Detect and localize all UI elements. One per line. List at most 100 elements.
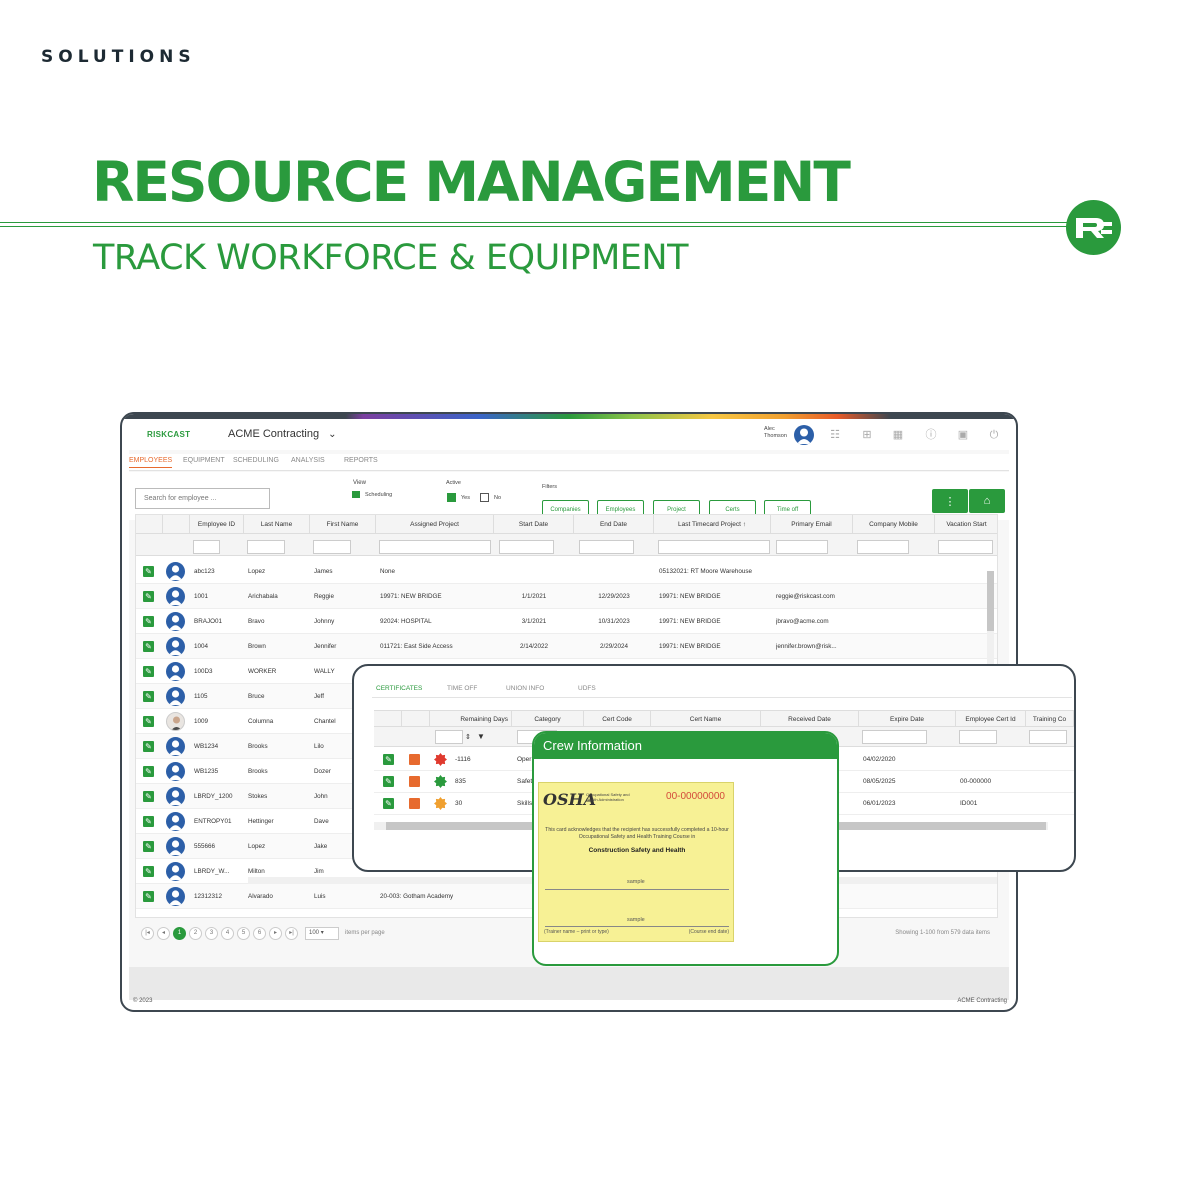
ov-col-employee-cert-id[interactable]: Employee Cert Id	[956, 711, 1026, 728]
edit-icon[interactable]: ✎	[383, 776, 394, 787]
tab-certificates[interactable]: CERTIFICATES	[376, 685, 422, 692]
cert-cell-days: 30	[455, 800, 463, 807]
active-no-checkbox[interactable]	[480, 493, 489, 502]
col-start-date[interactable]: Start Date	[494, 515, 574, 534]
last-page-button[interactable]: ▸|	[285, 927, 298, 940]
edit-icon[interactable]: ✎	[143, 591, 154, 602]
edit-icon[interactable]: ✎	[143, 866, 154, 877]
edit-icon[interactable]: ✎	[143, 741, 154, 752]
tab-employees[interactable]: EMPLOYEES	[129, 457, 173, 468]
filter-primary-email[interactable]	[776, 540, 828, 554]
page-2-button[interactable]: 2	[189, 927, 202, 940]
search-input[interactable]: Search for employee ...	[135, 488, 270, 509]
tab-union-info[interactable]: UNION INFO	[506, 685, 544, 692]
table-row[interactable]: ✎ BRAJO01 Bravo Johnny 92024: HOSPITAL 3/1/20…	[136, 609, 997, 634]
export-icon[interactable]: ⊞	[860, 428, 874, 442]
page-5-button[interactable]: 5	[237, 927, 250, 940]
training-co-filter[interactable]	[1029, 730, 1067, 744]
avatar	[166, 687, 185, 706]
help-icon[interactable]: ⓘ	[924, 428, 938, 442]
col-vacation-start[interactable]: Vacation Start	[935, 515, 997, 534]
table-row[interactable]: ✎ abc123 Lopez James None 05132021: RT Moore …	[136, 559, 997, 584]
edit-icon[interactable]: ✎	[143, 891, 154, 902]
page-6-button[interactable]: 6	[253, 927, 266, 940]
edit-icon[interactable]: ✎	[143, 691, 154, 702]
tab-analysis[interactable]: ANALYSIS	[291, 457, 325, 464]
prev-page-button[interactable]: ◂	[157, 927, 170, 940]
calendar-icon[interactable]	[352, 491, 360, 498]
edit-icon[interactable]: ✎	[143, 841, 154, 852]
org-chart-icon[interactable]: ☷	[828, 428, 842, 442]
delete-icon[interactable]	[409, 798, 420, 809]
cell-first: Reggie	[314, 593, 334, 600]
tab-scheduling[interactable]: SCHEDULING	[233, 457, 279, 464]
col-first-name[interactable]: First Name	[310, 515, 376, 534]
tab-reports[interactable]: REPORTS	[344, 457, 378, 464]
cert-id-filter[interactable]	[959, 730, 997, 744]
ov-col-received-date[interactable]: Received Date	[761, 711, 859, 728]
edit-icon[interactable]: ✎	[143, 566, 154, 577]
osha-card-image[interactable]: OSHA Occupational Safety and Health Admi…	[538, 782, 734, 942]
col-assigned-project[interactable]: Assigned Project	[376, 515, 494, 534]
cert-cell-expire: 06/01/2023	[863, 800, 896, 807]
lock-icon[interactable]: ▣	[956, 428, 970, 442]
remaining-days-filter[interactable]	[435, 730, 463, 744]
delete-icon[interactable]	[409, 754, 420, 765]
expire-date-filter[interactable]	[862, 730, 927, 744]
page-3-button[interactable]: 3	[205, 927, 218, 940]
edit-icon[interactable]: ✎	[383, 754, 394, 765]
edit-icon[interactable]: ✎	[143, 616, 154, 627]
filter-last-timecard[interactable]	[658, 540, 770, 554]
ov-col-cert-name[interactable]: Cert Name	[651, 711, 761, 728]
active-yes-checkbox[interactable]	[447, 493, 456, 502]
col-last-timecard[interactable]: Last Timecard Project ↑	[654, 515, 771, 534]
filter-first-name[interactable]	[313, 540, 351, 554]
filter-company-mobile[interactable]	[857, 540, 909, 554]
power-icon[interactable]: ⏻	[987, 428, 1001, 442]
tab-udfs[interactable]: UDFS	[578, 685, 596, 692]
user-avatar[interactable]	[794, 425, 814, 445]
cell-last: Bravo	[248, 618, 265, 625]
page-4-button[interactable]: 4	[221, 927, 234, 940]
filter-last-name[interactable]	[247, 540, 285, 554]
ov-col-category[interactable]: Category	[512, 711, 584, 728]
tab-time-off[interactable]: TIME OFF	[447, 685, 477, 692]
apps-grid-icon[interactable]: ▦	[891, 428, 905, 442]
ov-col-cert-code[interactable]: Cert Code	[584, 711, 651, 728]
scroll-thumb[interactable]	[987, 571, 994, 631]
page-1-button[interactable]: 1	[173, 927, 186, 940]
ov-col-remaining-days[interactable]: Remaining Days	[430, 711, 512, 728]
col-employee-id[interactable]: Employee ID	[190, 515, 244, 534]
first-page-button[interactable]: |◂	[141, 927, 154, 940]
ov-col-training-co[interactable]: Training Co	[1026, 711, 1074, 728]
edit-icon[interactable]: ✎	[143, 816, 154, 827]
home-button[interactable]: ⌂	[969, 489, 1005, 513]
company-selector[interactable]: ACME Contracting ⌄	[228, 428, 337, 440]
cell-last: Lopez	[248, 843, 266, 850]
col-end-date[interactable]: End Date	[574, 515, 654, 534]
filter-assigned-project[interactable]	[379, 540, 491, 554]
next-page-button[interactable]: ▸	[269, 927, 282, 940]
filter-vacation-start[interactable]	[938, 540, 993, 554]
table-row[interactable]: ✎ 1001 Arichabala Reggie 19971: NEW BRIDGE 1/…	[136, 584, 997, 609]
filter-start-date[interactable]	[499, 540, 554, 554]
col-company-mobile[interactable]: Company Mobile	[853, 515, 935, 534]
page-size-select[interactable]: 100 ▾	[305, 927, 339, 940]
more-options-button[interactable]: ⋮	[932, 489, 968, 513]
edit-icon[interactable]: ✎	[383, 798, 394, 809]
col-last-name[interactable]: Last Name	[244, 515, 310, 534]
ov-col-expire-date[interactable]: Expire Date	[859, 711, 956, 728]
col-primary-email[interactable]: Primary Email	[771, 515, 853, 534]
edit-icon[interactable]: ✎	[143, 641, 154, 652]
delete-icon[interactable]	[409, 776, 420, 787]
table-row[interactable]: ✎ 1004 Brown Jennifer 011721: East Side Acce…	[136, 634, 997, 659]
stepper-icon[interactable]: ⇕	[465, 733, 471, 741]
tab-equipment[interactable]: EQUIPMENT	[183, 457, 225, 464]
edit-icon[interactable]: ✎	[143, 716, 154, 727]
edit-icon[interactable]: ✎	[143, 666, 154, 677]
edit-icon[interactable]: ✎	[143, 766, 154, 777]
filter-employee-id[interactable]	[193, 540, 220, 554]
edit-icon[interactable]: ✎	[143, 791, 154, 802]
filter-end-date[interactable]	[579, 540, 634, 554]
filter-funnel-icon[interactable]: ▼	[477, 732, 485, 741]
